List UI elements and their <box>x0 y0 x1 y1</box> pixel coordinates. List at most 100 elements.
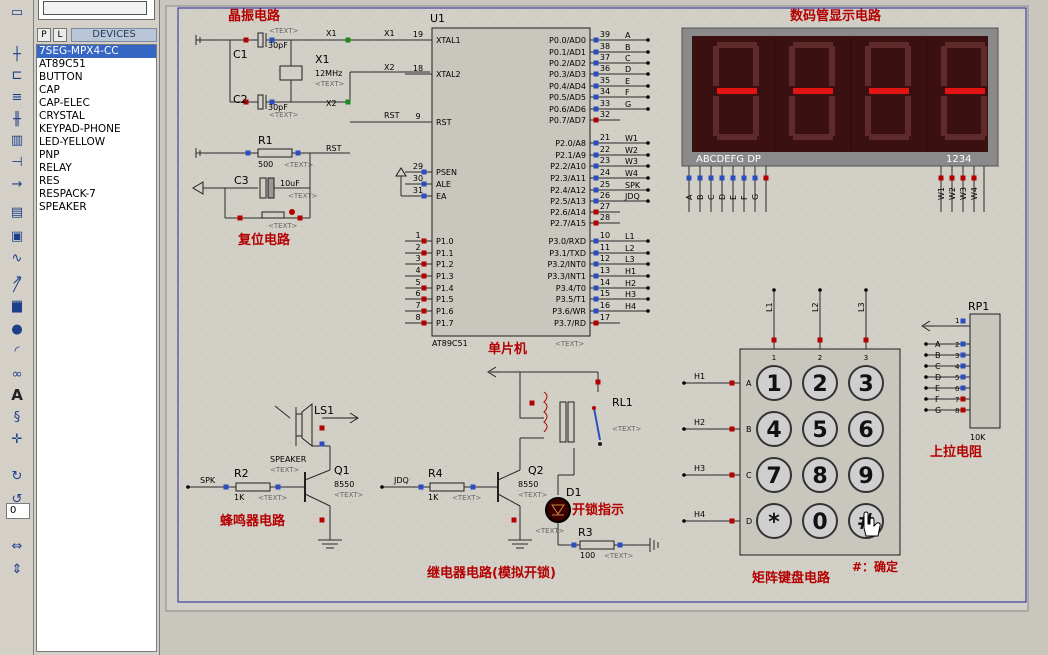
grid-dot <box>962 358 963 359</box>
grid-dot <box>1022 46 1023 47</box>
grid-dot <box>242 250 243 251</box>
grid-dot <box>278 214 279 215</box>
wire-label-icon[interactable]: ⊏ <box>7 66 27 84</box>
grid-dot <box>902 574 903 575</box>
component-mode-icon[interactable]: ▭ <box>7 3 27 21</box>
grid-dot <box>398 310 399 311</box>
grid-dot <box>350 190 351 191</box>
schematic-canvas[interactable]: 晶振电路 数码管显示电路 复位电路 单片机 蜂鸣器电路 继电器电路(模拟开锁) 矩阵键盘电路… <box>160 0 1048 655</box>
grid-dot <box>242 502 243 503</box>
grid-dot <box>626 322 627 323</box>
grid-dot <box>818 286 819 287</box>
bus-icon[interactable]: ╫ <box>7 110 27 128</box>
generator-icon[interactable]: ∿ <box>7 249 27 267</box>
buzzer-section-title: 蜂鸣器电路 <box>220 513 286 529</box>
flip-vertical-icon[interactable]: ⇕ <box>7 560 27 578</box>
grid-dot <box>194 466 195 467</box>
rotate-cw-icon[interactable]: ↻ <box>7 467 27 485</box>
net-end-dot <box>646 153 650 157</box>
keypad-row-letter: D <box>746 517 752 526</box>
grid-dot <box>434 502 435 503</box>
device-item[interactable]: 7SEG-MPX4-CC <box>37 45 156 58</box>
grid-dot <box>926 442 927 443</box>
device-item[interactable]: RESPACK-7 <box>37 188 156 201</box>
pin-icon[interactable]: → <box>7 175 27 193</box>
device-item[interactable]: SPEAKER <box>37 201 156 214</box>
flip-horizontal-icon[interactable]: ⇔ <box>7 537 27 555</box>
grid-dot <box>350 358 351 359</box>
rotation-input[interactable]: 0 <box>6 503 30 519</box>
grid-dot <box>638 526 639 527</box>
grid-dot <box>794 298 795 299</box>
device-item[interactable]: RES <box>37 175 156 188</box>
box-icon[interactable]: ■ <box>7 298 27 316</box>
grid-dot <box>350 526 351 527</box>
library-manager-button[interactable]: L <box>53 28 67 42</box>
device-item[interactable]: KEYPAD-PHONE <box>37 123 156 136</box>
grid-dot <box>614 490 615 491</box>
grid-dot <box>230 238 231 239</box>
grid-dot <box>926 550 927 551</box>
text-script-icon[interactable]: ≡ <box>7 88 27 106</box>
grid-dot <box>1010 430 1011 431</box>
grid-dot <box>686 478 687 479</box>
marker-icon[interactable]: ✛ <box>7 430 27 448</box>
grid-dot <box>266 598 267 599</box>
device-item[interactable]: BUTTON <box>37 71 156 84</box>
net-end-dot <box>646 188 650 192</box>
grid-dot <box>866 214 867 215</box>
led-d1-icon <box>545 497 571 523</box>
device-item[interactable]: CAP-ELEC <box>37 97 156 110</box>
grid-dot <box>1010 34 1011 35</box>
symbol-icon[interactable]: § <box>7 408 27 426</box>
junction-icon[interactable]: ┼ <box>7 45 27 63</box>
circle-icon[interactable]: ● <box>7 320 27 338</box>
grid-dot <box>926 394 927 395</box>
grid-dot <box>722 286 723 287</box>
seven-seg-segment <box>717 42 757 48</box>
arc-icon[interactable]: ◜ <box>7 342 27 360</box>
grid-dot <box>398 34 399 35</box>
grid-dot <box>362 274 363 275</box>
grid-dot <box>254 322 255 323</box>
grid-dot <box>410 238 411 239</box>
graph-icon[interactable]: ▤ <box>7 203 27 221</box>
device-item[interactable]: PNP <box>37 149 156 162</box>
grid-dot <box>602 442 603 443</box>
path-icon[interactable]: ∞ <box>7 365 27 383</box>
grid-dot <box>902 298 903 299</box>
grid-dot <box>974 526 975 527</box>
rp1-pin-number: 7 <box>955 396 959 404</box>
device-item[interactable]: CAP <box>37 84 156 97</box>
grid-dot <box>662 142 663 143</box>
grid-dot <box>566 538 567 539</box>
grid-dot <box>794 346 795 347</box>
grid-dot <box>350 274 351 275</box>
device-list[interactable]: 7SEG-MPX4-CC AT89C51 BUTTON CAP CAP-ELEC CRYS… <box>36 44 157 652</box>
device-item[interactable]: AT89C51 <box>37 58 156 71</box>
device-item[interactable]: LED-YELLOW <box>37 136 156 149</box>
grid-dot <box>614 34 615 35</box>
schematic-svg[interactable]: 晶振电路 数码管显示电路复位电路单片机蜂鸣器电路继电器电路(模拟开锁) 矩阵键盘电路… <box>160 0 1048 655</box>
grid-dot <box>758 346 759 347</box>
grid-dot <box>674 202 675 203</box>
tape-icon[interactable]: ▣ <box>7 227 27 245</box>
device-item[interactable]: RELAY <box>37 162 156 175</box>
grid-dot <box>230 442 231 443</box>
grid-dot <box>266 478 267 479</box>
grid-dot <box>734 310 735 311</box>
device-item[interactable]: CRYSTAL <box>37 110 156 123</box>
grid-dot <box>746 334 747 335</box>
text-icon[interactable]: A <box>7 386 27 404</box>
subcircuit-icon[interactable]: ▥ <box>7 131 27 149</box>
terminal-icon[interactable]: ⊣ <box>7 153 27 171</box>
line-icon[interactable]: ╱ <box>7 276 27 294</box>
grid-dot <box>698 550 699 551</box>
grid-dot <box>194 274 195 275</box>
grid-dot <box>770 346 771 347</box>
grid-dot <box>182 430 183 431</box>
grid-dot <box>950 430 951 431</box>
grid-dot <box>254 106 255 107</box>
grid-dot <box>650 238 651 239</box>
pick-devices-button[interactable]: P <box>37 28 51 42</box>
